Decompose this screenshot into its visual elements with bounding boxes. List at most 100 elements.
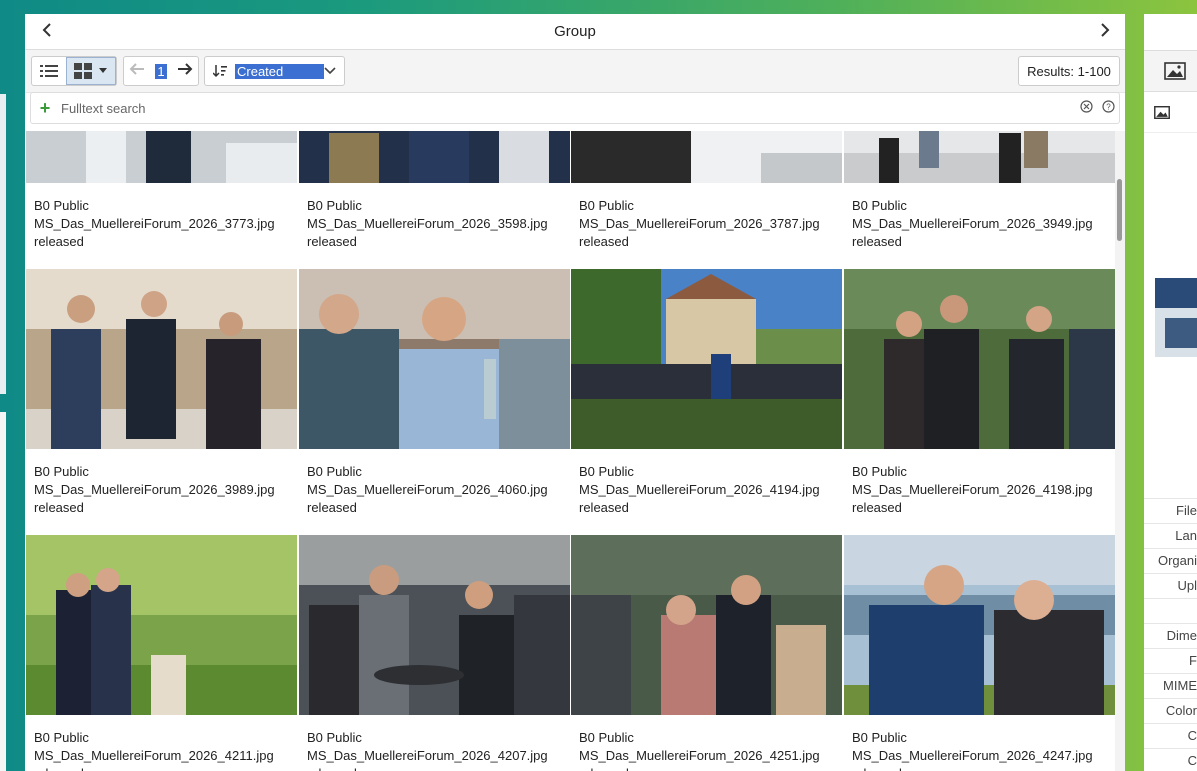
chevron-down-icon [324, 67, 336, 75]
asset-thumbnail[interactable] [844, 535, 1115, 715]
asset-card[interactable]: B0 Public MS_Das_MuellereiForum_2026_3949… [844, 131, 1115, 255]
asset-status: released [34, 765, 274, 771]
asset-status: released [307, 234, 357, 249]
details-toolbar [1144, 51, 1197, 92]
asset-thumbnail[interactable] [571, 535, 842, 715]
asset-card[interactable]: B0 Public MS_Das_MuellereiForum_2026_4247… [844, 535, 1115, 771]
left-panel-edge [0, 94, 6, 394]
asset-card[interactable]: B0 Public MS_Das_MuellereiForum_2026_4194… [571, 269, 842, 521]
results-count: Results: 1-100 [1018, 56, 1120, 86]
asset-status: released [34, 500, 84, 515]
access-level: B0 Public [34, 464, 89, 479]
scrollbar-thumb[interactable] [1117, 179, 1122, 241]
access-level: B0 Public [579, 730, 634, 745]
list-view-button[interactable] [32, 57, 66, 85]
sort-descending-icon [213, 65, 227, 78]
grid-view-button[interactable] [66, 57, 116, 85]
metadata-label [1144, 598, 1197, 623]
image-icon [1164, 62, 1186, 80]
metadata-label: C [1144, 748, 1197, 771]
details-panel: File Lan Organi Upl Dime F MIME Color C … [1144, 14, 1197, 771]
access-level: B0 Public [852, 730, 907, 745]
image-icon [1154, 105, 1170, 119]
asset-card[interactable]: B0 Public MS_Das_MuellereiForum_2026_4060… [299, 269, 570, 521]
asset-status: released [307, 500, 357, 515]
asset-status: released [852, 234, 902, 249]
view-switcher [31, 56, 117, 86]
asset-status: released [34, 234, 84, 249]
asset-filename: MS_Das_MuellereiForum_2026_4194.jpg [579, 482, 820, 497]
metadata-label: C [1144, 723, 1197, 748]
metadata-label: MIME [1144, 673, 1197, 698]
asset-filename: MS_Das_MuellereiForum_2026_4198.jpg [852, 482, 1093, 497]
asset-status: released [579, 500, 629, 515]
asset-thumbnail[interactable] [299, 535, 570, 715]
access-level: B0 Public [307, 198, 362, 213]
asset-grid: B0 Public MS_Das_MuellereiForum_2026_3773… [25, 131, 1115, 771]
clear-search-icon[interactable] [1075, 100, 1097, 116]
asset-preview [1155, 278, 1197, 357]
results-label: Results: 1-100 [1027, 63, 1111, 79]
access-level: B0 Public [852, 464, 907, 479]
search-input[interactable] [59, 99, 1075, 117]
asset-filename: MS_Das_MuellereiForum_2026_4247.jpg [852, 748, 1093, 763]
pager: 1 [123, 56, 199, 86]
asset-status: released [852, 500, 902, 515]
page-back-arrow-icon[interactable] [129, 62, 145, 80]
caret-down-icon [99, 68, 107, 73]
asset-status: released [852, 765, 1093, 771]
page-number[interactable]: 1 [155, 63, 167, 79]
grid-scrollbar[interactable] [1115, 131, 1125, 771]
grid-icon [74, 63, 92, 79]
asset-status: released [579, 234, 629, 249]
asset-filename: MS_Das_MuellereiForum_2026_4211.jpg [34, 748, 274, 763]
access-level: B0 Public [579, 198, 634, 213]
asset-card[interactable]: B0 Public MS_Das_MuellereiForum_2026_3787… [571, 131, 842, 255]
sort-field-label: Created [235, 63, 324, 79]
asset-card[interactable]: B0 Public MS_Das_MuellereiForum_2026_4251… [571, 535, 842, 771]
page-title: Group [554, 23, 596, 40]
asset-thumbnail[interactable] [299, 269, 570, 449]
add-filter-icon[interactable]: + [31, 98, 59, 119]
details-tab-image[interactable] [1144, 92, 1197, 133]
asset-thumbnail[interactable] [26, 535, 297, 715]
asset-card[interactable]: B0 Public MS_Das_MuellereiForum_2026_4198… [844, 269, 1115, 521]
panel-header: Group [25, 14, 1125, 50]
asset-filename: MS_Das_MuellereiForum_2026_3598.jpg [307, 216, 548, 231]
asset-filename: MS_Das_MuellereiForum_2026_3787.jpg [579, 216, 820, 231]
asset-card[interactable]: B0 Public MS_Das_MuellereiForum_2026_3773… [26, 131, 297, 255]
svg-text:?: ? [1106, 103, 1111, 112]
asset-thumbnail[interactable] [26, 269, 297, 449]
asset-thumbnail[interactable] [571, 269, 842, 449]
metadata-label: Color [1144, 698, 1197, 723]
metadata-label: Upl [1144, 573, 1197, 598]
metadata-label: Dime [1144, 623, 1197, 648]
toolbar: 1 Created Results: 1-100 [25, 50, 1125, 93]
asset-thumbnail[interactable] [844, 131, 1115, 183]
asset-card[interactable]: B0 Public MS_Das_MuellereiForum_2026_4211… [26, 535, 297, 771]
sort-select[interactable]: Created [204, 56, 345, 86]
asset-thumbnail[interactable] [571, 131, 842, 183]
asset-thumbnail[interactable] [844, 269, 1115, 449]
access-level: B0 Public [579, 464, 634, 479]
list-icon [40, 65, 58, 77]
asset-filename: MS_Das_MuellereiForum_2026_3949.jpg [852, 216, 1093, 231]
access-level: B0 Public [852, 198, 907, 213]
group-panel: Group 1 Created Results: 1-100 + Fulltex… [25, 14, 1125, 771]
page-forward-arrow-icon[interactable] [177, 62, 193, 80]
metadata-label: File [1144, 498, 1197, 523]
details-header [1144, 14, 1197, 51]
next-arrow-icon[interactable] [1095, 21, 1115, 41]
asset-filename: MS_Das_MuellereiForum_2026_3989.jpg [34, 482, 275, 497]
asset-card[interactable]: B0 Public MS_Das_MuellereiForum_2026_4207… [299, 535, 570, 771]
asset-filename: MS_Das_MuellereiForum_2026_4251.jpg [579, 748, 820, 763]
previous-arrow-icon[interactable] [37, 21, 57, 41]
metadata-labels: File Lan Organi Upl Dime F MIME Color C … [1144, 498, 1197, 771]
asset-card[interactable]: B0 Public MS_Das_MuellereiForum_2026_3989… [26, 269, 297, 521]
asset-filename: MS_Das_MuellereiForum_2026_3773.jpg [34, 216, 275, 231]
access-level: B0 Public [34, 730, 89, 745]
asset-thumbnail[interactable] [26, 131, 297, 183]
asset-card[interactable]: B0 Public MS_Das_MuellereiForum_2026_3598… [299, 131, 570, 255]
help-icon[interactable]: ? [1097, 100, 1119, 116]
asset-thumbnail[interactable] [299, 131, 570, 183]
